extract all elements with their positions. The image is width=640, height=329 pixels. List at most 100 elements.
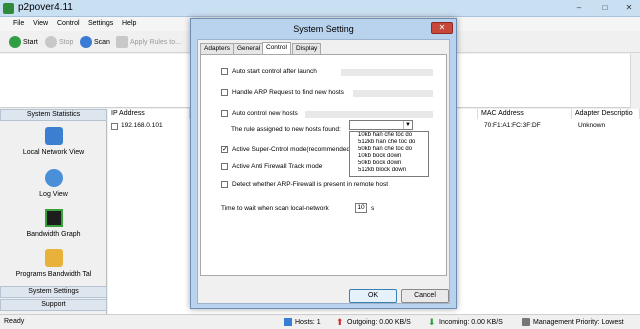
auto-start-option[interactable]: Auto start control after launch [221,68,317,75]
system-settings-header[interactable]: System Settings [0,286,107,298]
status-bar: Ready Hosts: 1 ⬆ Outgoing: 0.00 KB/S ⬇ I… [0,314,640,329]
row-checkbox[interactable] [111,123,118,130]
table-cell-mac: 70:F1:A1:FC:3F:DF [484,122,541,129]
menu-help[interactable]: Help [122,20,136,27]
auto-start-checkbox[interactable] [221,68,228,75]
table-cell-adapter: Unknown [578,122,606,129]
rule-label: The rule assigned to new hosts found: [231,126,341,133]
sidebar-item-label: Bandwidth Graph [26,231,81,238]
anti-firewall-checkbox[interactable] [221,163,228,170]
stop-icon [45,36,57,48]
system-setting-dialog: System Setting ✕ Adapters General Contro… [190,18,457,309]
sidebar-item-bandwidth-graph[interactable]: Bandwidth Graph [0,209,107,238]
dialog-title: System Setting [293,24,354,34]
wait-time-input[interactable]: 10 [355,203,367,213]
anti-firewall-option[interactable]: Active Anti Firewall Track mode [221,163,322,170]
dialog-close-button[interactable]: ✕ [431,22,453,34]
close-button[interactable]: ✕ [624,3,634,13]
stop-button[interactable]: Stop [45,35,73,49]
sidebar-item-local-network[interactable]: Local Network View [0,127,107,156]
bandwidth-graph-icon [44,209,63,227]
auto-control-label: Auto control new hosts [232,110,298,117]
upload-arrow-icon: ⬆ [336,317,344,327]
title-bar: p2pover4.11 – □ ✕ [0,0,640,17]
sidebar-item-label: Local Network View [22,149,85,156]
menu-view[interactable]: View [33,20,48,27]
dropdown-option[interactable]: 512kb han che toc do [350,139,428,146]
vertical-scrollbar[interactable] [630,54,640,108]
status-hosts: Hosts: 1 [284,318,321,326]
table-cell-ip: 192.168.0.101 [121,122,163,129]
handle-arp-option[interactable]: Handle ARP Request to find new hosts [221,89,344,96]
system-statistics-header[interactable]: System Statistics [0,109,107,121]
wait-time-unit: s [371,205,375,212]
programs-bandwidth-icon [44,249,63,267]
start-label: Start [23,38,38,46]
dropdown-option[interactable]: 50kb bock down [350,160,428,167]
column-header-adapter[interactable]: Adapter Descriptio [572,109,640,119]
status-ready: Ready [4,318,25,325]
option-row-bg [341,69,433,76]
sidebar-item-programs-bandwidth[interactable]: Programs Bandwidth Tal [0,249,107,278]
apply-rules-button[interactable]: Apply Rules to... [116,35,181,49]
handle-arp-checkbox[interactable] [221,89,228,96]
dropdown-option[interactable]: 50kb han che toc do [350,146,428,153]
scan-icon [80,36,92,48]
status-priority-label: Management Priority: Lowest [533,318,624,326]
apply-rules-icon [116,36,128,48]
minimize-button[interactable]: – [574,3,584,13]
auto-start-label: Auto start control after launch [232,68,317,75]
detect-arp-label: Detect whether ARP-Firewall is present i… [232,181,389,188]
status-priority: Management Priority: Lowest [522,318,624,326]
column-header-mac[interactable]: MAC Address [478,109,572,119]
apply-rules-label: Apply Rules to... [130,38,181,46]
dropdown-option[interactable]: 10kb han che toc do [350,132,428,139]
dropdown-option[interactable]: 512kb block down [350,167,428,174]
priority-icon [522,318,530,326]
ok-button[interactable]: OK [349,289,397,303]
menu-settings[interactable]: Settings [88,20,113,27]
sidebar: System Statistics Local Network View Log… [0,109,107,314]
auto-control-checkbox[interactable] [221,110,228,117]
maximize-button[interactable]: □ [600,3,610,13]
option-row-bg [353,90,433,97]
status-hosts-label: Hosts: 1 [295,318,321,326]
status-outgoing: ⬆ Outgoing: 0.00 KB/S [336,317,411,327]
tab-adapters[interactable]: Adapters [200,43,235,54]
menu-control[interactable]: Control [57,20,80,27]
tab-display[interactable]: Display [292,43,322,54]
tab-general[interactable]: General [233,43,265,54]
status-incoming-label: Incoming: 0.00 KB/S [439,318,503,326]
cancel-button[interactable]: Cancel [401,289,449,303]
sidebar-item-log-view[interactable]: Log View [0,169,107,198]
super-control-option[interactable]: Active Super-Cntrol mode(recommended) [221,145,353,153]
wait-time-label: Time to wait when scan local-network [221,205,329,212]
status-outgoing-label: Outgoing: 0.00 KB/S [347,318,411,326]
menu-file[interactable]: File [13,20,24,27]
chevron-down-icon[interactable]: ▼ [403,121,412,129]
auto-control-option[interactable]: Auto control new hosts [221,110,298,117]
status-incoming: ⬇ Incoming: 0.00 KB/S [428,317,503,327]
start-button[interactable]: Start [9,35,38,49]
app-icon [3,3,14,14]
super-control-checkbox[interactable] [221,145,228,153]
handle-arp-label: Handle ARP Request to find new hosts [232,89,344,96]
stop-label: Stop [59,38,74,46]
network-computer-icon [44,127,63,145]
column-header-ip[interactable]: IP Address [108,109,190,119]
rule-dropdown-list: 10kb han che toc do 512kb han che toc do… [349,131,429,177]
log-view-icon [44,169,63,187]
dropdown-option[interactable]: 10kb bock down [350,153,428,160]
download-arrow-icon: ⬇ [428,317,436,327]
sidebar-item-label: Programs Bandwidth Tal [15,271,92,278]
detect-arp-option[interactable]: Detect whether ARP-Firewall is present i… [221,181,388,188]
window-title: p2pover4.11 [18,2,73,13]
sidebar-item-label: Log View [39,191,68,198]
support-header[interactable]: Support [0,299,107,311]
hosts-icon [284,318,292,326]
anti-firewall-label: Active Anti Firewall Track mode [232,163,323,170]
detect-arp-checkbox[interactable] [221,181,228,188]
new-host-rule-select[interactable]: ▼ [349,120,413,130]
super-control-label: Active Super-Cntrol mode(recommended) [232,146,353,153]
scan-button[interactable]: Scan [80,35,110,49]
